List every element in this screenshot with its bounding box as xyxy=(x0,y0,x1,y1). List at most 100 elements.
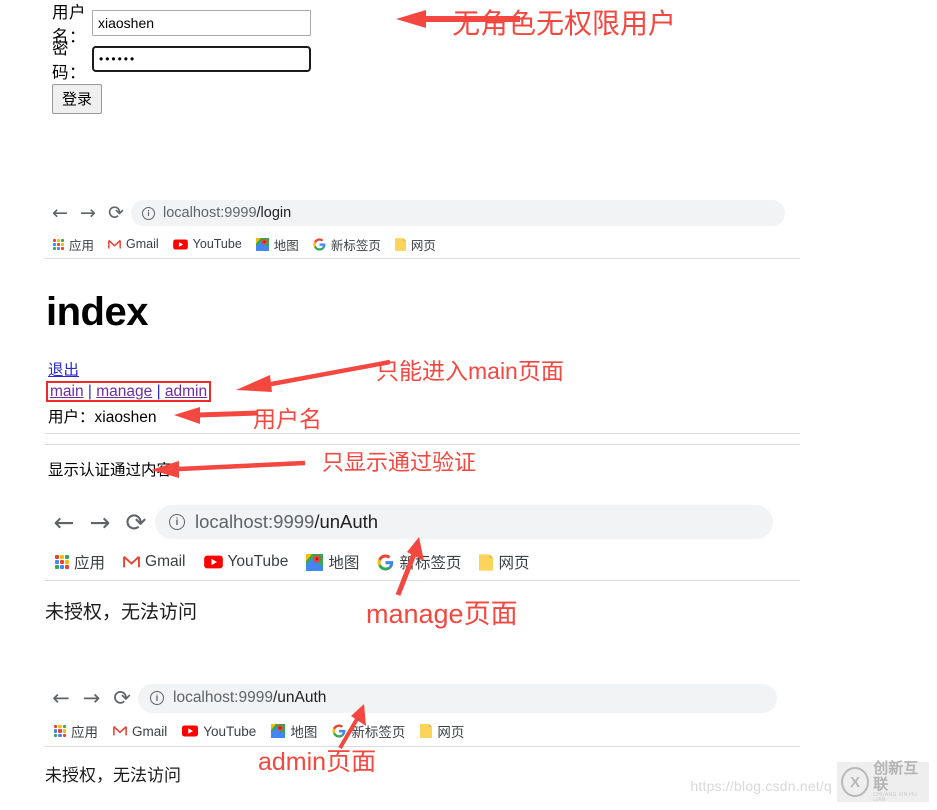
bookmark-label: Gmail xyxy=(126,237,159,251)
forward-icon[interactable]: → xyxy=(77,687,106,709)
nav-separator: | xyxy=(152,383,165,400)
forward-icon[interactable]: → xyxy=(75,203,101,223)
apps-grid-icon xyxy=(53,238,64,250)
browser-toolbar: ← → ⟳ i localhost:9999/unAuth xyxy=(45,500,800,544)
bookmark-label: 地图 xyxy=(290,725,318,740)
google-icon xyxy=(313,237,326,251)
google-icon xyxy=(377,554,394,570)
nav-link-manage[interactable]: manage xyxy=(96,383,152,400)
bookmark-gmail[interactable]: Gmail xyxy=(113,724,167,739)
bookmark-apps[interactable]: 应用 xyxy=(53,235,94,254)
browser-toolbar: ← → ⟳ i localhost:9999/unAuth xyxy=(45,680,800,716)
bookmark-maps[interactable]: 地图 xyxy=(306,551,359,573)
annotation-manage-page: manage页面 xyxy=(366,599,518,629)
authenticated-content: 显示认证通过内容 xyxy=(48,462,173,479)
bookmarks-separator xyxy=(45,258,800,259)
site-info-icon[interactable]: i xyxy=(142,206,155,220)
youtube-icon xyxy=(182,725,199,737)
bookmark-label: 新标签页 xyxy=(351,725,406,740)
login-submit-button[interactable]: 登录 xyxy=(52,84,103,114)
back-icon[interactable]: ← xyxy=(45,687,77,709)
arrow-username xyxy=(174,407,259,424)
site-info-icon[interactable]: i xyxy=(169,514,185,530)
bookmark-label: 地图 xyxy=(328,555,360,572)
brand-name-cn: 创新互联 xyxy=(873,760,919,793)
youtube-icon xyxy=(203,555,223,569)
bookmark-label: 应用 xyxy=(71,725,98,740)
brand-mark-icon: X xyxy=(841,767,870,797)
bookmark-label: 新标签页 xyxy=(399,555,462,572)
brand-name-pinyin: CHUANG XIN HU LIAN xyxy=(873,791,918,803)
bookmark-youtube[interactable]: YouTube xyxy=(182,724,256,739)
bookmark-apps[interactable]: 应用 xyxy=(54,721,98,741)
bookmark-maps[interactable]: 地图 xyxy=(255,235,299,254)
watermark-url: https://blog.csdn.net/q xyxy=(690,778,832,794)
url-host: localhost:9999 xyxy=(195,511,315,532)
nav-links-group: main | manage | admin xyxy=(46,381,212,402)
bookmark-maps[interactable]: 地图 xyxy=(271,721,317,741)
bookmark-newtab[interactable]: 新标签页 xyxy=(377,551,461,573)
bookmark-label: YouTube xyxy=(203,723,257,739)
bookmark-webpage[interactable]: 网页 xyxy=(479,551,529,573)
bookmarks-separator xyxy=(45,746,800,747)
maps-icon xyxy=(271,724,286,738)
browser-bar-unauth-admin: ← → ⟳ i localhost:9999/unAuth 应用 Gmail Y… xyxy=(45,680,800,786)
address-bar[interactable]: i localhost:9999/unAuth xyxy=(138,683,777,713)
brand-text: 创新互联 CHUANG XIN HU LIAN xyxy=(873,761,929,803)
forward-icon[interactable]: → xyxy=(83,510,117,535)
browser-bar-login: ← → ⟳ i localhost:9999/login 应用 Gmail Yo… xyxy=(45,196,800,259)
url-host: localhost:9999 xyxy=(163,205,257,221)
url-host: localhost:9999 xyxy=(173,689,273,706)
arrow-only-main-page xyxy=(236,359,391,392)
bookmark-label: 地图 xyxy=(273,238,299,253)
bookmark-label: 网页 xyxy=(437,725,465,740)
reload-icon[interactable]: ⟳ xyxy=(101,203,131,223)
folder-icon xyxy=(394,237,406,251)
bookmarks-bar: 应用 Gmail YouTube 地图 新标签页 网页 xyxy=(45,230,800,258)
annotation-only-main-page: 只能进入main页面 xyxy=(376,358,564,384)
nav-link-main[interactable]: main xyxy=(50,383,84,400)
bookmark-youtube[interactable]: YouTube xyxy=(203,553,288,571)
site-info-icon[interactable]: i xyxy=(150,691,164,705)
reload-icon[interactable]: ⟳ xyxy=(117,510,155,535)
gmail-icon xyxy=(123,555,140,568)
back-icon[interactable]: ← xyxy=(45,510,83,535)
logout-link[interactable]: 退出 xyxy=(48,358,79,380)
gmail-icon xyxy=(113,726,127,736)
browser-toolbar: ← → ⟳ i localhost:9999/login xyxy=(45,196,800,230)
page-title: index xyxy=(46,290,148,334)
apps-grid-icon xyxy=(54,725,66,737)
annotation-username: 用户名 xyxy=(253,406,322,432)
bookmark-newtab[interactable]: 新标签页 xyxy=(313,235,381,254)
bookmark-apps[interactable]: 应用 xyxy=(55,551,105,573)
url-path: /unAuth xyxy=(272,689,327,706)
reload-icon[interactable]: ⟳ xyxy=(106,687,138,709)
youtube-icon xyxy=(172,238,188,250)
bookmarks-bar: 应用 Gmail YouTube 地图 新标签页 网页 xyxy=(45,716,800,746)
bookmark-webpage[interactable]: 网页 xyxy=(394,235,436,254)
back-icon[interactable]: ← xyxy=(45,203,75,223)
address-bar[interactable]: i localhost:9999/unAuth xyxy=(155,505,773,539)
bookmarks-bar: 应用 Gmail YouTube 地图 新标签页 网页 xyxy=(45,544,800,580)
username-input[interactable] xyxy=(92,10,311,36)
current-user-line: 用户：xiaoshen xyxy=(48,409,157,426)
url-path: /unAuth xyxy=(314,511,379,532)
google-icon xyxy=(332,724,346,738)
bookmark-gmail[interactable]: Gmail xyxy=(108,237,159,251)
password-label: 密码： xyxy=(52,40,86,82)
watermark-logo: X 创新互联 CHUANG XIN HU LIAN xyxy=(837,761,929,803)
address-bar[interactable]: i localhost:9999/login xyxy=(131,200,785,226)
folder-icon xyxy=(479,553,494,571)
apps-grid-icon xyxy=(55,555,69,569)
bookmark-newtab[interactable]: 新标签页 xyxy=(332,721,405,741)
bookmark-gmail[interactable]: Gmail xyxy=(123,553,186,571)
nav-link-admin[interactable]: admin xyxy=(165,383,207,400)
gmail-icon xyxy=(108,239,121,249)
password-row: 密码： •••••• xyxy=(0,40,937,82)
bookmark-webpage[interactable]: 网页 xyxy=(420,721,464,741)
bookmark-youtube[interactable]: YouTube xyxy=(172,237,242,251)
nav-separator: | xyxy=(83,383,97,400)
password-input[interactable]: •••••• xyxy=(92,46,311,72)
bookmarks-separator xyxy=(45,580,800,581)
annotation-only-show-auth: 只显示通过验证 xyxy=(322,450,477,475)
